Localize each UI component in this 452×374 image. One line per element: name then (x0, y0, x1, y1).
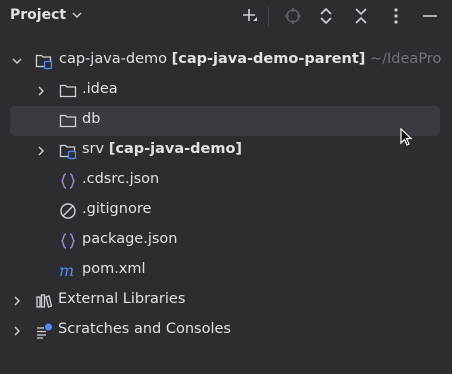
chevron-right-icon[interactable] (35, 145, 47, 157)
tree-node-db-folder[interactable]: db (10, 106, 440, 136)
scratches-icon (37, 323, 52, 339)
tree-node-pom-xml[interactable]: m pom.xml (0, 256, 452, 286)
mouse-cursor-icon (400, 128, 413, 146)
more-options-icon[interactable] (385, 5, 407, 27)
scratches-consoles-label: Scratches and Consoles (58, 321, 231, 337)
add-icon[interactable] (238, 5, 260, 27)
root-module-name: cap-java-demo (59, 51, 168, 67)
locate-icon[interactable] (282, 5, 304, 27)
minimize-icon[interactable] (419, 5, 441, 27)
svg-text:m: m (59, 262, 74, 280)
root-module-path: ~/IdeaPro (370, 51, 442, 67)
project-title: Project (10, 7, 67, 23)
tree-node-srv-module[interactable]: srv [cap-java-demo] (0, 136, 452, 166)
json-file-icon (61, 233, 75, 249)
srv-module-name: srv (82, 141, 105, 157)
pom-xml-label: pom.xml (82, 261, 146, 277)
chevron-right-icon[interactable] (35, 85, 47, 97)
module-folder-icon (35, 54, 53, 70)
folder-icon (59, 114, 77, 128)
tree-node-package-json[interactable]: package.json (0, 226, 452, 256)
chevron-right-icon[interactable] (11, 295, 23, 307)
folder-icon (59, 84, 77, 98)
library-icon (36, 294, 53, 308)
chevron-right-icon[interactable] (11, 325, 23, 337)
db-folder-label: db (82, 111, 101, 127)
collapse-all-icon[interactable] (350, 5, 372, 27)
project-view-selector[interactable]: Project (10, 7, 82, 23)
tree-node-gitignore[interactable]: .gitignore (0, 196, 452, 226)
chevron-down-icon (72, 12, 82, 18)
srv-module-qualifier: [cap-java-demo] (108, 141, 243, 157)
ignore-file-icon (60, 203, 76, 219)
tree-node-cdsrc-json[interactable]: .cdsrc.json (0, 166, 452, 196)
maven-icon: m (59, 262, 74, 280)
chevron-down-icon[interactable] (11, 55, 23, 67)
cdsrc-json-label: .cdsrc.json (82, 171, 160, 187)
external-libraries-label: External Libraries (58, 291, 186, 307)
tree-node-external-libraries[interactable]: External Libraries (0, 286, 452, 316)
project-tool-window-header: Project (0, 0, 452, 34)
tree-node-root-module[interactable]: cap-java-demo [cap-java-demo-parent] ~/I… (0, 46, 452, 76)
gitignore-label: .gitignore (82, 201, 152, 217)
tree-node-idea-folder[interactable]: .idea (0, 76, 452, 106)
json-file-icon (61, 173, 75, 189)
idea-folder-label: .idea (82, 81, 118, 97)
tree-node-scratches-consoles[interactable]: Scratches and Consoles (0, 316, 452, 346)
package-json-label: package.json (82, 231, 178, 247)
toolbar-separator (268, 7, 269, 27)
module-folder-icon (59, 144, 77, 160)
expand-all-icon[interactable] (315, 5, 337, 27)
root-module-qualifier: [cap-java-demo-parent] (171, 51, 366, 67)
